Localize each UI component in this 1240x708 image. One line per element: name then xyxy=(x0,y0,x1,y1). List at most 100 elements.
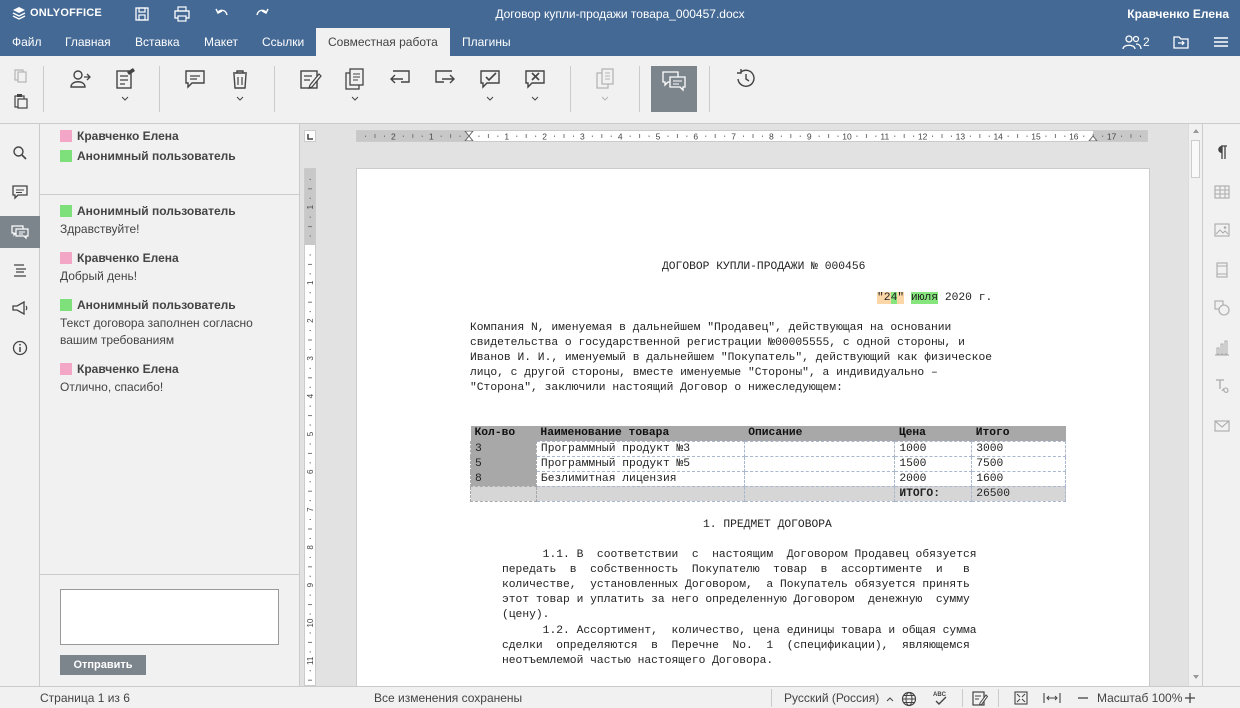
co-editing-mode-button[interactable] xyxy=(111,68,139,108)
ruler-label: 10 xyxy=(306,618,315,627)
scroll-up-icon[interactable] xyxy=(1190,126,1202,136)
section-line: (цену). xyxy=(502,609,550,621)
document-page[interactable]: ДОГОВОР КУПЛИ-ПРОДАЖИ № 000456 "24" июля… xyxy=(356,168,1150,686)
zoom-out-icon[interactable] xyxy=(1077,692,1089,704)
tab-stop-selector[interactable] xyxy=(304,130,316,142)
indent-marker[interactable] xyxy=(464,131,474,141)
ruler-tick xyxy=(309,670,311,672)
reject-change-button[interactable] xyxy=(521,68,549,108)
ruler-tick xyxy=(309,443,311,445)
ruler-tick xyxy=(1054,134,1056,138)
ruler-tick xyxy=(308,415,312,417)
ruler-tick xyxy=(309,386,311,388)
version-history-button[interactable] xyxy=(731,68,759,108)
tab-layout[interactable]: Макет xyxy=(192,28,250,56)
accept-change-button[interactable] xyxy=(476,68,504,108)
table-header-cell: Описание xyxy=(744,426,895,441)
chevron-up-icon xyxy=(886,697,893,702)
header-footer-icon xyxy=(1216,262,1228,278)
chart-settings-button[interactable] xyxy=(1203,334,1240,362)
track-changes-status-icon[interactable] xyxy=(972,690,988,706)
delete-comments-button[interactable] xyxy=(226,68,254,108)
zoom-in-icon[interactable] xyxy=(1184,692,1196,704)
ruler-label: 12 xyxy=(918,132,928,142)
paste-icon[interactable] xyxy=(12,93,32,109)
horizontal-ruler[interactable]: 2 1 1 2 3 4 5 6 7 8 9 10 11 12 13 14 15 16 17 xyxy=(356,130,1148,142)
ruler-tick xyxy=(629,135,631,137)
chat-button[interactable] xyxy=(651,66,697,112)
zoom-level: Масштаб 100% xyxy=(1097,691,1183,705)
tab-insert[interactable]: Вставка xyxy=(123,28,192,56)
message-author: Анонимный пользователь xyxy=(60,298,236,312)
ruler-tick xyxy=(1121,135,1123,137)
mail-merge-button[interactable] xyxy=(1203,412,1240,440)
ruler-tick xyxy=(743,135,745,137)
open-location-icon[interactable] xyxy=(1172,32,1190,52)
next-change-button[interactable] xyxy=(431,68,459,108)
toolbar-separator xyxy=(709,66,710,112)
tab-references[interactable]: Ссылки xyxy=(250,28,316,56)
intro-line: Компания N, именуемая в дальнейшем "Прод… xyxy=(470,322,952,334)
chevron-down-icon[interactable] xyxy=(531,96,539,101)
users-count: 2 xyxy=(1143,35,1150,49)
send-button[interactable]: Отправить xyxy=(60,655,146,675)
ruler-label: 1 xyxy=(306,280,315,285)
about-button[interactable] xyxy=(0,332,40,364)
previous-change-button[interactable] xyxy=(386,68,414,108)
track-changes-button[interactable] xyxy=(296,68,324,108)
chat-panel-button[interactable] xyxy=(0,216,40,248)
language-selector[interactable]: Русский (Россия) xyxy=(784,691,894,705)
navigation-button[interactable] xyxy=(0,254,40,286)
ruler-tick xyxy=(308,226,312,228)
chat-message-input[interactable] xyxy=(60,589,279,645)
header-footer-button[interactable] xyxy=(1203,256,1240,284)
ruler-label: 17 xyxy=(1107,132,1117,142)
table-settings-button[interactable] xyxy=(1203,178,1240,206)
chevron-down-icon[interactable] xyxy=(351,96,359,101)
shape-settings-button[interactable] xyxy=(1203,294,1240,322)
text-art-settings-button[interactable] xyxy=(1203,372,1240,400)
tab-home[interactable]: Главная xyxy=(53,28,123,56)
participant-name: Кравченко Елена xyxy=(77,129,179,143)
search-button[interactable] xyxy=(0,137,40,169)
hamburger-menu-icon[interactable] xyxy=(1212,32,1230,52)
ruler-label: 1 xyxy=(306,204,315,209)
ruler-tick xyxy=(309,367,311,369)
sharing-settings-button[interactable] xyxy=(66,68,94,108)
copy-icon[interactable] xyxy=(12,68,32,84)
ruler-tick xyxy=(705,135,707,137)
document-title: Договор купли-продажи товара_000457.docx xyxy=(495,7,745,21)
image-settings-button[interactable] xyxy=(1203,216,1240,244)
page-info[interactable]: Страница 1 из 6 xyxy=(40,691,130,705)
users-button[interactable]: 2 xyxy=(1122,32,1150,52)
goods-table[interactable]: Кол-во Наименование товара Описание Цена… xyxy=(470,426,1066,502)
tab-collaboration[interactable]: Совместная работа xyxy=(316,28,450,56)
right-indent-marker[interactable] xyxy=(1088,135,1098,141)
comments-button[interactable] xyxy=(0,176,40,208)
feedback-button[interactable] xyxy=(0,292,40,324)
fit-width-icon[interactable] xyxy=(1043,690,1061,706)
chevron-down-icon[interactable] xyxy=(236,96,244,101)
tab-plugins[interactable]: Плагины xyxy=(450,28,523,56)
users-icon xyxy=(1122,35,1142,50)
fit-page-icon[interactable] xyxy=(1013,690,1029,706)
section-line: неотъемлемой частью настоящего Договора. xyxy=(502,655,774,667)
scroll-down-icon[interactable] xyxy=(1190,672,1202,682)
vertical-scrollbar[interactable] xyxy=(1188,124,1202,686)
globe-icon[interactable] xyxy=(901,691,917,707)
ruler-tick xyxy=(875,135,877,137)
ruler-tick xyxy=(308,490,312,492)
current-user-name[interactable]: Кравченко Елена xyxy=(1127,7,1229,21)
spellcheck-icon[interactable]: ABC xyxy=(931,689,949,707)
chevron-down-icon[interactable] xyxy=(486,96,494,101)
chevron-down-icon[interactable] xyxy=(121,96,129,101)
add-comment-button[interactable] xyxy=(181,68,209,108)
tab-file[interactable]: Файл xyxy=(0,28,54,56)
ruler-tick xyxy=(601,134,603,138)
paragraph-settings-button[interactable] xyxy=(1203,138,1240,166)
scrollbar-thumb[interactable] xyxy=(1191,140,1200,178)
user-color-swatch xyxy=(60,150,72,162)
display-mode-button[interactable] xyxy=(341,68,369,108)
ruler-tick xyxy=(591,135,593,137)
vertical-ruler[interactable]: 1 1 2 3 4 5 6 7 8 9 10 11 xyxy=(304,168,316,686)
